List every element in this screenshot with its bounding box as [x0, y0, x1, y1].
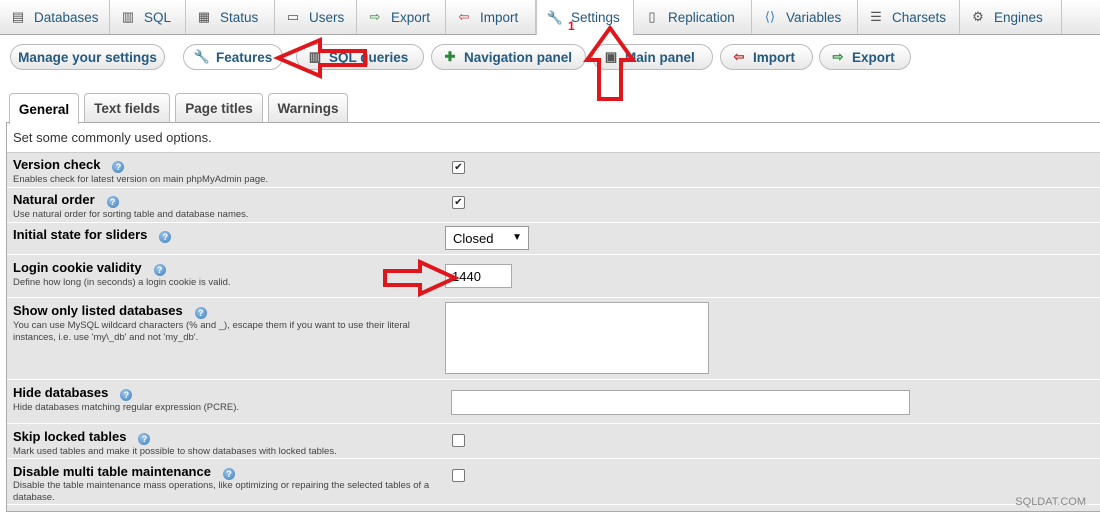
left-arrow-icon: [272, 36, 367, 80]
annotation-arrows: [272, 24, 637, 298]
watermark: SQLDAT.COM: [1015, 496, 1086, 508]
right-arrow-icon: [383, 258, 460, 298]
tab-general[interactable]: General: [9, 93, 79, 124]
subtab-label: General: [18, 101, 70, 117]
up-arrow-icon: [583, 24, 637, 101]
